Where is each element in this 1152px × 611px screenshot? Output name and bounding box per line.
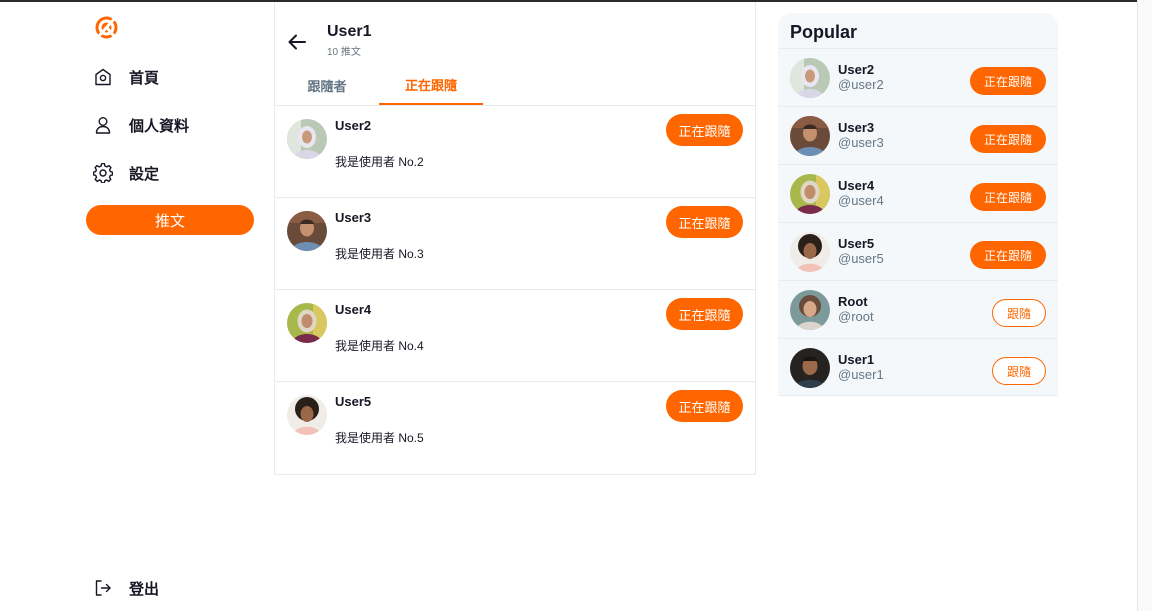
avatar[interactable] [790,232,830,272]
user-name: User3 [838,120,875,135]
user-handle: @user5 [838,251,884,266]
logout-button[interactable]: 登出 [93,576,159,600]
sidebar-nav: 首頁 個人資料 設定 推文 登出 [0,0,274,611]
popular-title: Popular [790,22,858,42]
following-button[interactable]: 正在跟隨 [970,125,1046,153]
tab-following[interactable]: 正在跟隨 [379,66,483,105]
main-column: User1 10 推文 跟隨者 正在跟隨 User2 我是使用者 No.2 正在… [274,2,756,475]
following-button[interactable]: 正在跟隨 [666,298,743,330]
following-button[interactable]: 正在跟隨 [970,183,1046,211]
tweet-button[interactable]: 推文 [86,205,254,235]
following-button[interactable]: 正在跟隨 [970,241,1046,269]
list-item[interactable]: User2 我是使用者 No.2 正在跟隨 [275,106,755,198]
nav-item-label: 首頁 [129,69,160,87]
user-bio: 我是使用者 No.4 [335,339,424,353]
avatar[interactable] [287,211,327,251]
user-name: User1 [838,352,875,367]
user-name: User5 [838,236,875,251]
tweet-count: 10 推文 [327,47,361,58]
user-name: User3 [335,210,372,225]
popular-list: User2 @user2 正在跟隨 User3 @user3 正在跟隨 User… [778,48,1058,396]
avatar[interactable] [790,290,830,330]
user-handle: @root [838,309,874,324]
following-list: User2 我是使用者 No.2 正在跟隨 User3 我是使用者 No.3 正… [275,106,755,474]
list-item[interactable]: User3 我是使用者 No.3 正在跟隨 [275,198,755,290]
nav-item-label: 個人資料 [129,117,190,135]
user-name: User2 [838,62,875,77]
user-bio: 我是使用者 No.2 [335,155,424,169]
nav-item-profile[interactable]: 個人資料 [93,113,189,137]
avatar[interactable] [287,303,327,343]
popular-panel: Popular User2 @user2 正在跟隨 User3 @user3 正… [778,13,1058,396]
user-bio: 我是使用者 No.5 [335,431,424,445]
following-button[interactable]: 正在跟隨 [970,67,1046,95]
avatar[interactable] [287,119,327,159]
popular-user-row[interactable]: User2 @user2 正在跟隨 [778,48,1058,106]
follow-button[interactable]: 跟隨 [992,357,1046,385]
avatar[interactable] [287,395,327,435]
list-item[interactable]: User5 我是使用者 No.5 正在跟隨 [275,382,755,474]
avatar[interactable] [790,58,830,98]
page-title: User1 [327,23,372,40]
list-item[interactable]: User4 我是使用者 No.4 正在跟隨 [275,290,755,382]
following-button[interactable]: 正在跟隨 [666,390,743,422]
user-handle: @user2 [838,77,884,92]
nav-item-label: 設定 [129,165,160,183]
popular-user-row[interactable]: User1 @user1 跟隨 [778,338,1058,396]
avatar[interactable] [790,174,830,214]
scrollbar-track[interactable] [1137,0,1152,611]
user-handle: @user4 [838,193,884,208]
user-name: User2 [335,118,372,133]
user-name: User4 [335,302,372,317]
back-arrow-icon[interactable] [287,32,307,52]
popular-user-row[interactable]: Root @root 跟隨 [778,280,1058,338]
following-button[interactable]: 正在跟隨 [666,206,743,238]
gear-icon [93,163,113,183]
brand-logo-icon[interactable] [94,15,119,40]
user-name: User4 [838,178,875,193]
user-bio: 我是使用者 No.3 [335,247,424,261]
avatar[interactable] [790,116,830,156]
following-button[interactable]: 正在跟隨 [666,114,743,146]
popular-user-row[interactable]: User5 @user5 正在跟隨 [778,222,1058,280]
tab-followers[interactable]: 跟隨者 [275,66,379,105]
user-icon [93,115,113,135]
nav-item-settings[interactable]: 設定 [93,161,159,185]
user-name: Root [838,294,868,309]
user-handle: @user3 [838,135,884,150]
popular-user-row[interactable]: User3 @user3 正在跟隨 [778,106,1058,164]
home-icon [93,67,113,87]
user-handle: @user1 [838,367,884,382]
logout-icon [93,578,113,598]
nav-item-home[interactable]: 首頁 [93,65,159,89]
logout-label: 登出 [129,580,160,598]
avatar[interactable] [790,348,830,388]
user-name: User5 [335,394,372,409]
popular-user-row[interactable]: User4 @user4 正在跟隨 [778,164,1058,222]
follow-button[interactable]: 跟隨 [992,299,1046,327]
